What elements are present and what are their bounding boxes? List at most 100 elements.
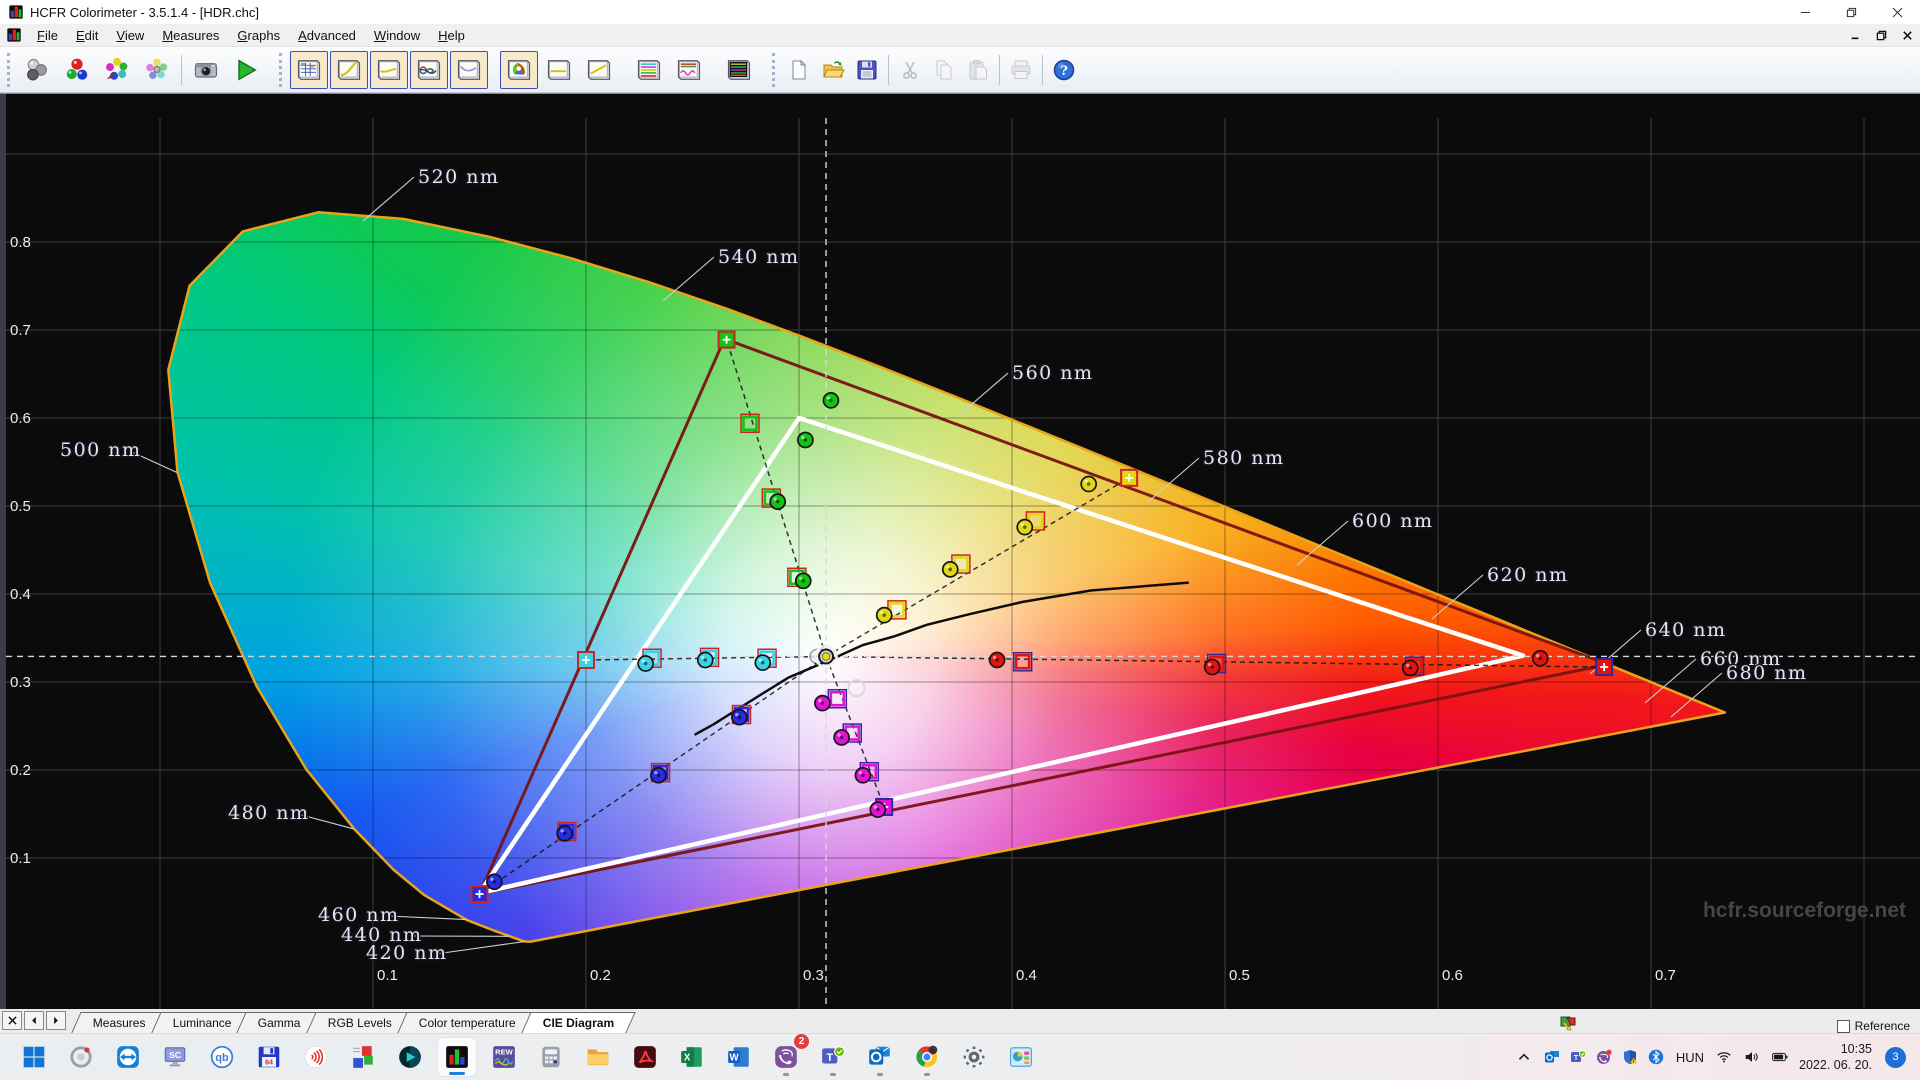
view-chart-plain-2-button[interactable] [580,51,618,89]
new-file-button[interactable] [783,54,815,86]
view-cie-diagram-button[interactable] [500,50,538,89]
taskbar-app-color-manager[interactable] [343,1037,383,1077]
minimize-button[interactable] [1782,0,1828,24]
taskbar-app-teamviewer[interactable] [108,1037,148,1077]
viber-tray-icon[interactable] [1596,1049,1613,1066]
copy-button[interactable] [928,54,960,86]
toolbar-grip[interactable] [772,52,779,87]
reference-label: Reference [1854,1019,1910,1033]
battery-icon[interactable] [1771,1049,1788,1066]
save-file-button[interactable] [851,54,883,86]
view-chart-dark-button[interactable] [720,51,758,89]
taskbar-app-msi-center[interactable] [61,1037,101,1077]
capture-camera-button[interactable] [187,51,225,89]
taskbar-app-photos[interactable] [1001,1037,1041,1077]
outlook-tray-icon[interactable] [1544,1049,1561,1066]
menu-edit[interactable]: Edit [67,26,107,45]
close-button[interactable] [1874,0,1920,24]
taskbar-app-adobe-acrobat[interactable] [625,1037,665,1077]
print-button[interactable] [1005,54,1037,86]
menu-view[interactable]: View [107,26,153,45]
tab-close-button[interactable] [2,1011,22,1030]
title-bar: HCFR Colorimeter - 3.5.1.4 - [HDR.chc] [0,0,1920,24]
taskbar-app-backup-save[interactable]: 64 [249,1037,289,1077]
run-measures-button[interactable] [227,51,265,89]
view-chart-multi-2-button[interactable] [670,51,708,89]
clock[interactable]: 10:35 2022. 06. 20. [1799,1041,1872,1074]
measure-point-highlight [1208,662,1212,667]
volume-icon[interactable] [1743,1049,1760,1066]
msi-center-icon [70,1046,92,1068]
running-indicator [877,1073,883,1076]
view-chart-multi-1-button[interactable] [630,51,668,89]
help-button[interactable]: ? [1048,54,1080,86]
cie-diagram-view[interactable]: 420 nm 440 nm 460 nm 480 nm 500 nm 520 nm 540 … [0,93,1920,1009]
measure-point-highlight [701,655,705,660]
menu-file[interactable]: File [28,26,67,45]
view-color-temp-chart-button[interactable] [450,50,488,89]
x-axis-tick-label: 0.5 [1229,967,1250,984]
measure-grayscale-button[interactable] [58,51,96,89]
tab-color-temperature[interactable]: Color temperature [397,1012,538,1033]
paste-button[interactable] [962,54,994,86]
taskbar-app-qbittorrent[interactable]: qb [202,1037,242,1077]
wifi-icon[interactable] [1715,1049,1732,1066]
view-gamma-chart-icon [337,59,361,80]
taskbar-app-teams[interactable]: T [813,1037,853,1077]
new-file-icon [792,59,807,79]
measure-primaries-button[interactable] [98,51,136,89]
mdi-minimize-button[interactable] [1842,25,1868,45]
view-rgb-levels-chart-button[interactable] [410,50,448,89]
start-button[interactable] [14,1037,54,1077]
notification-badge[interactable]: 3 [1885,1046,1906,1068]
menu-graphs[interactable]: Graphs [228,26,289,45]
taskbar-app-excel[interactable]: X [672,1037,712,1077]
taskbar-app-sound-waves[interactable] [296,1037,336,1077]
mdi-restore-button[interactable] [1868,25,1894,45]
teams-tray-icon[interactable]: T [1570,1049,1587,1066]
mdi-close-button[interactable] [1894,25,1920,45]
taskbar-app-media-player[interactable] [390,1037,430,1077]
restore-button[interactable] [1828,0,1874,24]
measure-point-center [643,661,648,666]
toolbar-grip[interactable] [7,52,14,87]
taskbar-app-settings[interactable] [954,1037,994,1077]
svg-text:?: ? [1060,64,1068,79]
view-luminance-chart-button[interactable] [370,50,408,89]
taskbar-app-outlook[interactable] [860,1037,900,1077]
measure-point-highlight [654,771,658,775]
view-measures-table-button[interactable] [290,50,328,89]
bluetooth-tray-icon[interactable] [1648,1049,1665,1066]
defender-tray-icon[interactable] [1622,1049,1639,1066]
taskbar-app-hcfr-colorimeter[interactable] [437,1037,477,1077]
taskbar-app-file-explorer[interactable] [578,1037,618,1077]
menu-measures[interactable]: Measures [153,26,228,45]
measure-free-button[interactable] [138,51,176,89]
toolbar-grip[interactable] [279,52,286,87]
view-gamma-chart-button[interactable] [330,50,368,89]
reference-checkbox-box[interactable] [1836,1019,1850,1033]
measure-point-center [562,831,567,836]
tab-scroll-right-button[interactable] [46,1011,66,1030]
taskbar-app-screen-share[interactable]: SC [155,1037,195,1077]
menu-advanced[interactable]: Advanced [289,26,365,45]
tab-scroll-left-button[interactable] [24,1011,44,1030]
menu-window[interactable]: Window [365,26,429,45]
view-chart-plain-1-button[interactable] [540,51,578,89]
menu-help[interactable]: Help [429,26,474,45]
taskbar-app-calculator[interactable] [531,1037,571,1077]
tab-cie-diagram[interactable]: CIE Diagram [521,1012,636,1033]
sensor-setup-button[interactable] [18,51,56,89]
taskbar-app-chrome[interactable] [907,1037,947,1077]
measure-point-center [1086,482,1091,486]
tray-expand-chevron-icon[interactable] [1516,1049,1533,1066]
taskbar-app-rew[interactable]: REW [484,1037,524,1077]
taskbar-app-viber[interactable]: 2 [766,1034,809,1077]
reference-checkbox[interactable]: Reference [1836,1019,1910,1033]
language-indicator[interactable]: HUN [1676,1050,1704,1065]
open-file-button[interactable] [817,54,849,86]
open-file-icon [823,60,845,77]
taskbar-app-word[interactable]: W [719,1037,759,1077]
cut-button[interactable] [894,54,926,86]
view-rgb-levels-chart-icon [417,59,441,80]
